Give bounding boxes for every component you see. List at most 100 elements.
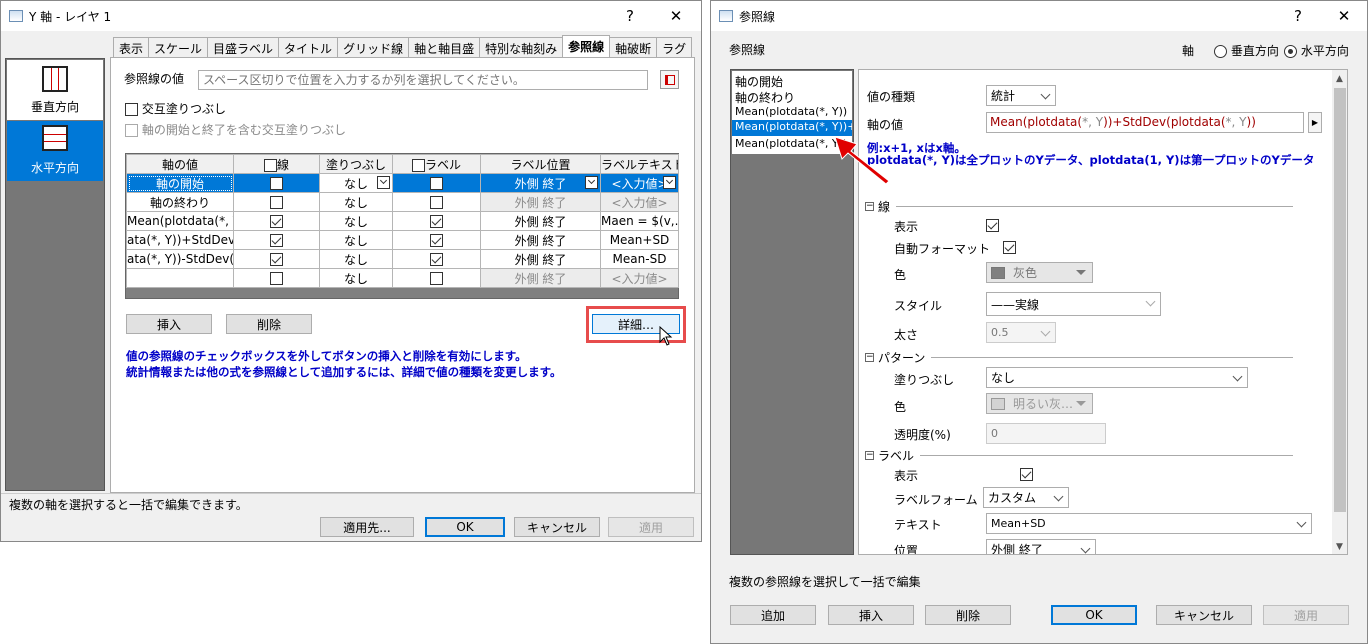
- position-combo[interactable]: 外側 終了: [986, 539, 1096, 554]
- cell-fill[interactable]: なし: [319, 268, 393, 288]
- axis-value-input[interactable]: Mean(plotdata(*, Y))+StdDev(plotdata(*, …: [986, 112, 1304, 133]
- cell-line[interactable]: [233, 230, 320, 250]
- side-item-horizontal[interactable]: 水平方向: [7, 121, 103, 181]
- color-combo[interactable]: 灰色: [986, 262, 1093, 283]
- delete-button[interactable]: 削除: [226, 314, 312, 334]
- cell-label-text[interactable]: Maen = $(v,.3): [600, 211, 679, 231]
- ok-button[interactable]: OK: [425, 517, 505, 537]
- cell-label-text[interactable]: Mean-SD: [600, 249, 679, 269]
- cell-label[interactable]: [392, 192, 481, 212]
- table-row[interactable]: Mean(plotdata(*, Y)) なし 外側 終了 Maen = $(v…: [126, 211, 679, 231]
- table-row[interactable]: 軸の開始 なし 外側 終了 <入力値>: [126, 173, 679, 193]
- cancel-button[interactable]: キャンセル: [514, 517, 600, 537]
- cell-value[interactable]: 軸の終わり: [126, 192, 234, 212]
- style-combo[interactable]: ——実線: [986, 292, 1161, 316]
- section-line[interactable]: − 線: [865, 198, 1293, 215]
- insert-button[interactable]: 挿入: [126, 314, 212, 334]
- window-title: Y 軸 - レイヤ 1: [29, 9, 112, 24]
- transparency-input[interactable]: 0: [986, 423, 1106, 444]
- add-button[interactable]: 追加: [730, 605, 816, 625]
- cell-label[interactable]: [392, 173, 481, 193]
- tab-axis-break[interactable]: 軸破断: [609, 37, 658, 57]
- tab-axis-ticks[interactable]: 軸と軸目盛: [408, 37, 481, 57]
- cell-label[interactable]: [392, 268, 481, 288]
- value-input[interactable]: [198, 70, 648, 90]
- cell-line[interactable]: [233, 192, 320, 212]
- show-checkbox[interactable]: [986, 219, 999, 232]
- cell-label-text-combo[interactable]: <入力値>: [600, 173, 679, 193]
- close-button[interactable]: ✕: [653, 1, 699, 31]
- tab-tick-labels[interactable]: 目盛ラベル: [207, 37, 280, 57]
- width-combo[interactable]: 0.5: [986, 322, 1056, 343]
- cell-label-pos[interactable]: 外側 終了: [480, 211, 601, 231]
- cell-line[interactable]: [233, 249, 320, 269]
- table-row[interactable]: ata(*, Y))+StdDev(plo なし 外側 終了 Mean+SD: [126, 230, 679, 250]
- cell-fill-combo[interactable]: なし: [319, 173, 393, 193]
- label-format-combo[interactable]: カスタム: [983, 487, 1069, 508]
- text-combo[interactable]: Mean+SD: [986, 513, 1312, 534]
- help-button[interactable]: ?: [1275, 1, 1321, 31]
- alt-fill-option[interactable]: 交互塗りつぶし: [125, 100, 226, 117]
- auto-format-checkbox[interactable]: [1002, 241, 1016, 254]
- column-select-icon[interactable]: [660, 70, 679, 89]
- cell-label-text[interactable]: Mean+SD: [600, 230, 679, 250]
- section-pattern[interactable]: − パターン: [865, 349, 1293, 366]
- list-item[interactable]: Mean(plotdata(*, Y)): [735, 105, 847, 118]
- cell-fill[interactable]: なし: [319, 211, 393, 231]
- table-row[interactable]: ata(*, Y))-StdDev(plo なし 外側 終了 Mean-SD: [126, 249, 679, 269]
- delete-button[interactable]: 削除: [925, 605, 1011, 625]
- label-show-checkbox[interactable]: [1019, 468, 1033, 481]
- list-item[interactable]: 軸の終わり: [735, 89, 795, 106]
- cancel-button[interactable]: キャンセル: [1156, 605, 1252, 625]
- tab-display[interactable]: 表示: [113, 37, 150, 57]
- scrollbar[interactable]: ▲ ▼: [1332, 70, 1347, 554]
- apply-button: 適用: [1263, 605, 1349, 625]
- col-header-label[interactable]: ラベル: [392, 154, 481, 174]
- tab-reference-lines[interactable]: 参照線: [562, 35, 611, 57]
- tab-special-ticks[interactable]: 特別な軸刻み: [479, 37, 564, 57]
- scroll-thumb[interactable]: [1334, 88, 1346, 512]
- expand-arrow-icon[interactable]: ▶: [1308, 112, 1322, 133]
- fill-combo[interactable]: なし: [986, 367, 1248, 388]
- side-item-vertical[interactable]: 垂直方向: [7, 60, 103, 120]
- cell-label-pos[interactable]: 外側 終了: [480, 230, 601, 250]
- tab-grid-lines[interactable]: グリッド線: [337, 37, 410, 57]
- cell-fill[interactable]: なし: [319, 249, 393, 269]
- tab-scale[interactable]: スケール: [148, 37, 209, 57]
- cell-fill[interactable]: なし: [319, 230, 393, 250]
- apply-to-button[interactable]: 適用先...: [320, 517, 414, 537]
- radio-vertical[interactable]: 垂直方向: [1214, 42, 1279, 59]
- cell-label-pos-combo[interactable]: 外側 終了: [480, 173, 601, 193]
- cell-label[interactable]: [392, 230, 481, 250]
- cell-label[interactable]: [392, 211, 481, 231]
- cell-value[interactable]: 軸の開始: [126, 173, 234, 193]
- pattern-color-combo[interactable]: 明るい灰…: [986, 393, 1093, 414]
- scroll-down-icon[interactable]: ▼: [1336, 542, 1343, 552]
- insert-button[interactable]: 挿入: [828, 605, 914, 625]
- ok-button[interactable]: OK: [1051, 605, 1137, 625]
- cell-line[interactable]: [233, 173, 320, 193]
- tab-title[interactable]: タイトル: [278, 37, 339, 57]
- cell-value[interactable]: ata(*, Y))-StdDev(plo: [126, 249, 234, 269]
- cell-fill[interactable]: なし: [319, 192, 393, 212]
- cell-line[interactable]: [233, 211, 320, 231]
- close-button[interactable]: ✕: [1321, 1, 1367, 31]
- cell-value[interactable]: Mean(plotdata(*, Y)): [126, 211, 234, 231]
- cell-value[interactable]: [126, 268, 234, 288]
- help-button[interactable]: ?: [607, 1, 653, 31]
- cell-label-pos[interactable]: 外側 終了: [480, 249, 601, 269]
- position-label: 位置: [894, 544, 919, 555]
- section-label[interactable]: − ラベル: [865, 447, 1293, 464]
- alt-fill-checkbox[interactable]: [125, 103, 138, 116]
- col-header-line[interactable]: 線: [233, 154, 320, 174]
- value-type-combo[interactable]: 統計: [986, 85, 1056, 106]
- list-item[interactable]: 軸の開始: [735, 73, 783, 90]
- tab-rug[interactable]: ラグ: [656, 37, 693, 57]
- cell-label[interactable]: [392, 249, 481, 269]
- scroll-up-icon[interactable]: ▲: [1336, 74, 1343, 84]
- cell-line[interactable]: [233, 268, 320, 288]
- radio-horizontal[interactable]: 水平方向: [1284, 42, 1349, 59]
- cell-value[interactable]: ata(*, Y))+StdDev(plo: [126, 230, 234, 250]
- table-row[interactable]: なし 外側 終了 <入力値>: [126, 268, 679, 288]
- table-row[interactable]: 軸の終わり なし 外側 終了 <入力値>: [126, 192, 679, 212]
